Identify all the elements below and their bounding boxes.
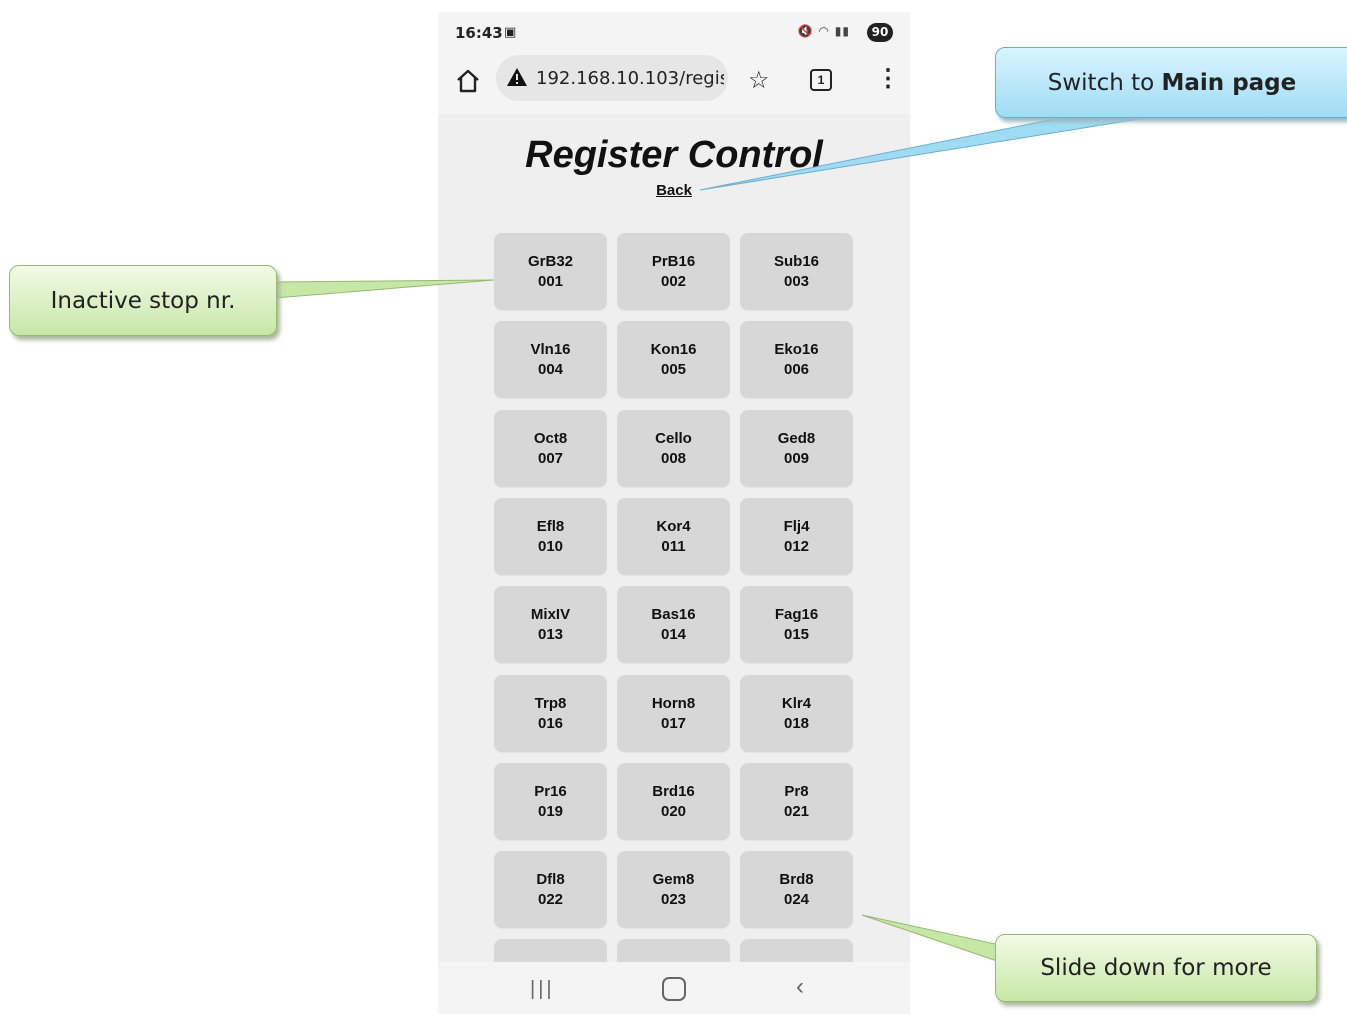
stop-number: 008 xyxy=(660,450,687,467)
android-nav-bar: ||| ‹ xyxy=(438,962,910,1014)
back-link[interactable]: Back xyxy=(438,182,910,199)
stop-name: MixIV xyxy=(530,606,571,623)
stop-name: Ged8 xyxy=(777,430,816,447)
stop-button[interactable]: Gem8 023 xyxy=(617,851,730,928)
stop-number: 020 xyxy=(660,803,687,820)
stop-button[interactable]: Fag16 015 xyxy=(740,586,853,663)
stop-number: 002 xyxy=(660,273,687,290)
stop-button[interactable]: MixIV 013 xyxy=(494,586,607,663)
stop-button[interactable]: Eko16 006 xyxy=(740,321,853,398)
recent-apps-icon[interactable]: ||| xyxy=(530,978,555,1001)
stop-button[interactable]: PrB16 002 xyxy=(617,233,730,310)
stop-name: Dfl8 xyxy=(536,871,565,888)
browser-toolbar: 192.168.10.103/regist ☆ 1 ⋮ xyxy=(438,52,910,114)
stop-button[interactable]: Kor4 011 xyxy=(617,498,730,575)
callout-inactive-stop: Inactive stop nr. xyxy=(9,265,277,336)
callout-main-bold: Main page xyxy=(1161,69,1297,96)
stop-name: Klr4 xyxy=(781,695,812,712)
stop-button[interactable]: Oct8 007 xyxy=(494,410,607,487)
stop-name: Fag16 xyxy=(774,606,819,623)
stop-number: 014 xyxy=(660,626,687,643)
stop-button[interactable]: Vln16 004 xyxy=(494,321,607,398)
stop-name: Sub16 xyxy=(773,253,819,270)
bookmark-star-icon[interactable]: ☆ xyxy=(748,66,770,95)
stop-button[interactable]: Klr4 018 xyxy=(740,675,853,752)
stop-name: Bas16 xyxy=(651,606,696,623)
page-title: Register Control xyxy=(525,134,823,176)
home-button-icon[interactable] xyxy=(662,977,686,1001)
stop-name: Eko16 xyxy=(774,341,819,358)
signal-icons: 🔇 ◠ ▮▮ xyxy=(797,24,850,38)
stop-name: Vln16 xyxy=(530,341,571,358)
stop-button[interactable]: Dfl8 022 xyxy=(494,851,607,928)
battery-badge: 90 xyxy=(867,23,893,42)
callout-main-prefix: Switch to xyxy=(1047,69,1162,96)
stop-number: 015 xyxy=(783,626,810,643)
callout-main-page: Switch to Main page xyxy=(995,47,1347,118)
url-text[interactable]: 192.168.10.103/regist xyxy=(536,68,724,89)
stop-name: GrB32 xyxy=(527,253,574,270)
stop-button[interactable]: Pr8 021 xyxy=(740,763,853,840)
stop-name: Oct8 xyxy=(533,430,568,447)
warning-icon[interactable] xyxy=(506,67,528,87)
stop-number: 006 xyxy=(783,361,810,378)
stop-name: Pr8 xyxy=(784,783,809,800)
stop-number: 004 xyxy=(537,361,564,378)
stop-number: 018 xyxy=(783,715,810,732)
stop-number: 011 xyxy=(661,538,686,555)
callout-slide-down: Slide down for more xyxy=(995,934,1317,1002)
stop-button[interactable]: Ged8 009 xyxy=(740,410,853,487)
screenshot-icon: ▣ xyxy=(504,25,517,40)
stop-number: 003 xyxy=(783,273,810,290)
stop-button[interactable]: GrB32 001 xyxy=(494,233,607,310)
stop-number: 023 xyxy=(660,891,687,908)
stop-button[interactable]: Bas16 014 xyxy=(617,586,730,663)
stop-name: Gem8 xyxy=(652,871,695,888)
stop-button[interactable]: Flj4 012 xyxy=(740,498,853,575)
stop-number: 016 xyxy=(537,715,564,732)
stop-number: 009 xyxy=(783,450,810,467)
status-bar: 16:43 ▣ 🔇 ◠ ▮▮ 90 xyxy=(438,12,910,52)
stop-button[interactable]: Sub16 003 xyxy=(740,233,853,310)
tab-count-button[interactable]: 1 xyxy=(810,69,832,91)
stop-number: 017 xyxy=(660,715,687,732)
status-time: 16:43 xyxy=(455,24,503,42)
stop-name: Horn8 xyxy=(651,695,696,712)
stop-button[interactable]: Horn8 017 xyxy=(617,675,730,752)
stop-number: 007 xyxy=(537,450,564,467)
stop-name: Trp8 xyxy=(534,695,567,712)
phone-screen: 16:43 ▣ 🔇 ◠ ▮▮ 90 192.168.10.103/regist … xyxy=(438,12,910,1014)
more-menu-icon[interactable]: ⋮ xyxy=(876,64,900,93)
stop-number: 005 xyxy=(660,361,687,378)
stop-number: 022 xyxy=(537,891,564,908)
stop-button[interactable]: Brd16 020 xyxy=(617,763,730,840)
stop-name: Efl8 xyxy=(536,518,565,535)
stop-number: 024 xyxy=(783,891,810,908)
stop-button[interactable]: Kon16 005 xyxy=(617,321,730,398)
stop-name: Brd16 xyxy=(652,783,695,800)
stop-button[interactable]: Efl8 010 xyxy=(494,498,607,575)
stop-name: PrB16 xyxy=(651,253,696,270)
stop-number: 021 xyxy=(783,803,810,820)
stop-number: 010 xyxy=(537,538,564,555)
stop-number: 012 xyxy=(783,538,810,555)
stop-button[interactable]: Brd8 024 xyxy=(740,851,853,928)
stop-name: Cello xyxy=(655,430,692,447)
back-arrow-icon[interactable]: ‹ xyxy=(796,973,804,1001)
stop-name: Kon16 xyxy=(650,341,697,358)
stop-name: Flj4 xyxy=(783,518,810,535)
stop-name: Brd8 xyxy=(779,871,814,888)
stop-number: 013 xyxy=(537,626,564,643)
home-icon[interactable] xyxy=(455,68,481,94)
stop-number: 001 xyxy=(537,273,564,290)
stop-name: Pr16 xyxy=(534,783,567,800)
stop-name: Kor4 xyxy=(656,518,691,535)
stop-number: 019 xyxy=(537,803,564,820)
stop-button[interactable]: Cello 008 xyxy=(617,410,730,487)
stop-button[interactable]: Pr16 019 xyxy=(494,763,607,840)
address-bar[interactable]: 192.168.10.103/regist xyxy=(496,55,728,101)
stop-button[interactable]: Trp8 016 xyxy=(494,675,607,752)
